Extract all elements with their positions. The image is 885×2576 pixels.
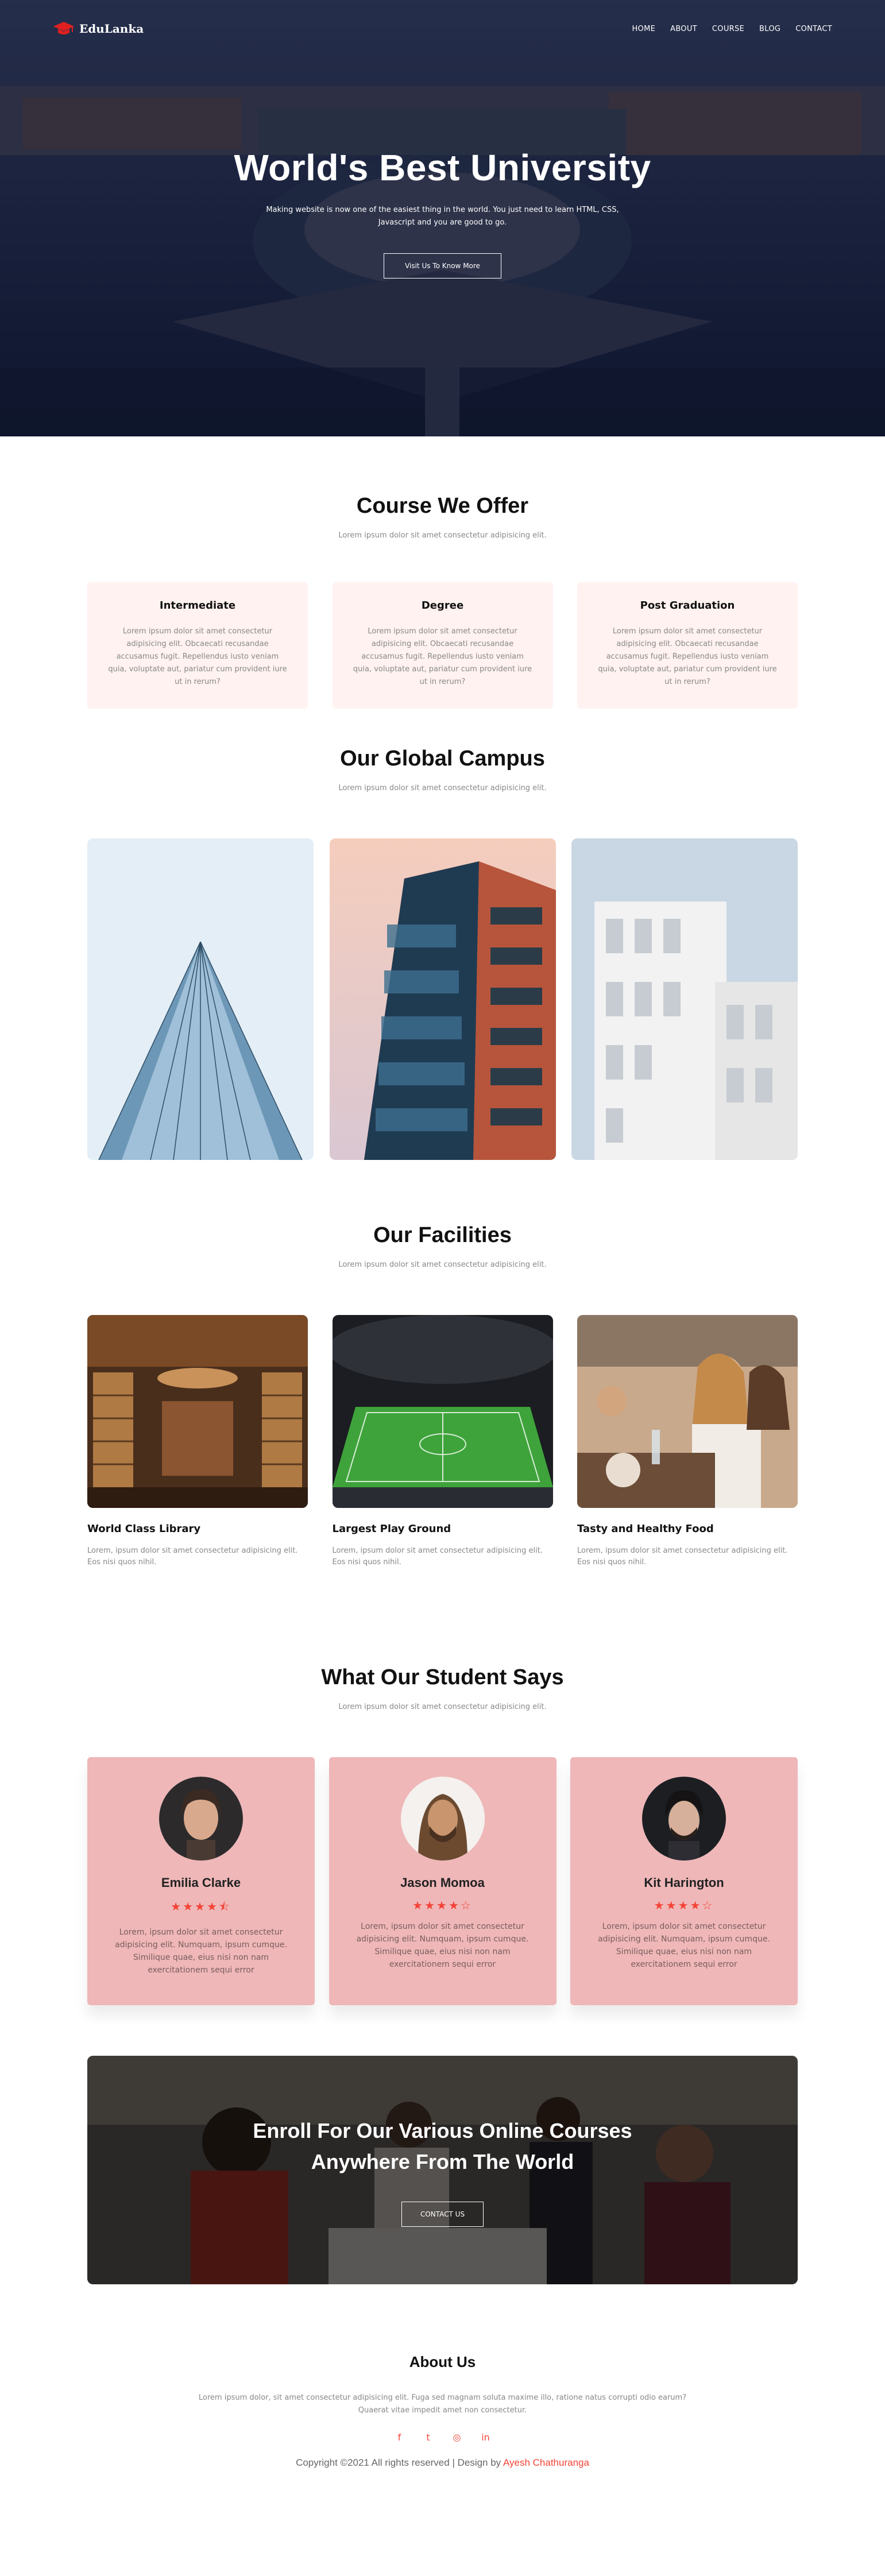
campus-image-white-building — [571, 838, 798, 1160]
facility-description: Lorem, ipsum dolor sit amet consectetur … — [87, 1546, 298, 1567]
nav-links: HOME ABOUT COURSE BLOG CONTACT — [632, 25, 832, 33]
facility-card-food: Tasty and Healthy Food Lorem, ipsum dolo… — [577, 1315, 798, 1568]
facility-card-playground: Largest Play Ground Lorem, ipsum dolor s… — [332, 1315, 553, 1568]
facility-name: Tasty and Healthy Food — [577, 1523, 714, 1535]
course-card-degree: Degree Lorem ipsum dolor sit amet consec… — [332, 582, 553, 709]
campus-subtitle: Lorem ipsum dolor sit amet consectetur a… — [338, 784, 547, 792]
visit-us-button[interactable]: Visit Us To Know More — [384, 253, 501, 279]
author-link[interactable]: Ayesh Chathuranga — [503, 2457, 589, 2468]
student-name: Jason Momoa — [400, 1875, 485, 1890]
logo[interactable]: EduLanka — [53, 21, 144, 37]
facilities-section: Our Facilities Lorem ipsum dolor sit ame… — [0, 1223, 885, 1665]
about-title: About Us — [409, 2353, 476, 2370]
nav-course-link[interactable]: COURSE — [712, 25, 744, 33]
avatar — [400, 1777, 485, 1861]
playground-image — [332, 1315, 553, 1508]
nav-blog-link[interactable]: BLOG — [759, 25, 780, 33]
about-text: Lorem ipsum dolor, sit amet consectetur … — [198, 2393, 687, 2415]
linkedin-icon[interactable]: in — [481, 2432, 491, 2443]
testimonial-card-emilia: Emilia Clarke ★★★★⯪ Lorem, ipsum dolor s… — [87, 1757, 315, 2005]
cta-title: Enroll For Our Various Online Courses An… — [253, 2119, 632, 2173]
facilities-list: World Class Library Lorem, ipsum dolor s… — [87, 1315, 798, 1568]
hero-section: EduLanka HOME ABOUT COURSE BLOG CONTACT … — [0, 0, 885, 436]
copyright: Copyright ©2021 All rights reserved | De… — [0, 2457, 885, 2469]
course-name: Post Graduation — [640, 599, 735, 612]
testimonial-list: Emilia Clarke ★★★★⯪ Lorem, ipsum dolor s… — [87, 1757, 798, 2005]
social-links: f t ◎ in — [0, 2432, 885, 2443]
copyright-text: Copyright ©2021 All rights reserved | De… — [296, 2457, 503, 2468]
facility-description: Lorem, ipsum dolor sit amet consectetur … — [332, 1546, 543, 1567]
graduation-cap-icon — [53, 22, 74, 34]
course-description: Lorem ipsum dolor sit amet consectetur a… — [598, 627, 777, 686]
courses-subtitle: Lorem ipsum dolor sit amet consectetur a… — [338, 531, 547, 540]
facebook-icon[interactable]: f — [395, 2432, 405, 2443]
campus-image-glass-pyramid — [87, 838, 314, 1160]
courses-section: Course We Offer Lorem ipsum dolor sit am… — [0, 436, 885, 735]
contact-us-button[interactable]: CONTACT US — [401, 2202, 484, 2227]
course-name: Intermediate — [159, 599, 236, 612]
food-image — [577, 1315, 798, 1508]
campus-title: Our Global Campus — [340, 747, 545, 771]
hero-subtitle: Making website is now one of the easiest… — [266, 206, 619, 227]
star-rating: ★★★★☆ — [654, 1898, 714, 1912]
course-description: Lorem ipsum dolor sit amet consectetur a… — [108, 627, 287, 686]
testimonials-title: What Our Student Says — [321, 1665, 564, 1689]
testimonial-text: Lorem, ipsum dolor sit amet consectetur … — [598, 1922, 770, 1969]
facilities-title: Our Facilities — [373, 1223, 512, 1247]
twitter-icon[interactable]: t — [423, 2432, 434, 2443]
student-name: Kit Harington — [644, 1875, 724, 1890]
nav-contact-link[interactable]: CONTACT — [795, 25, 832, 33]
library-image — [87, 1315, 308, 1508]
cta-section: Enroll For Our Various Online Courses An… — [0, 2056, 885, 2297]
course-card-post-graduation: Post Graduation Lorem ipsum dolor sit am… — [577, 582, 798, 709]
campus-section: Our Global Campus Lorem ipsum dolor sit … — [0, 735, 885, 1223]
avatar — [642, 1777, 726, 1861]
campus-image-brick-tower — [329, 838, 556, 1160]
hero-content: World's Best University Making website i… — [0, 146, 885, 279]
testimonial-card-jason: Jason Momoa ★★★★☆ Lorem, ipsum dolor sit… — [329, 1757, 556, 2005]
testimonial-text: Lorem, ipsum dolor sit amet consectetur … — [356, 1922, 529, 1969]
facility-name: World Class Library — [87, 1523, 201, 1535]
star-rating: ★★★★☆ — [412, 1898, 473, 1912]
course-name: Degree — [421, 599, 464, 612]
instagram-icon[interactable]: ◎ — [452, 2432, 462, 2443]
course-card-intermediate: Intermediate Lorem ipsum dolor sit amet … — [87, 582, 308, 709]
nav-about-link[interactable]: ABOUT — [670, 25, 697, 33]
star-rating: ★★★★⯪ — [171, 1900, 231, 1913]
facility-name: Largest Play Ground — [332, 1523, 451, 1535]
brand-name: EduLanka — [79, 22, 144, 36]
facilities-subtitle: Lorem ipsum dolor sit amet consectetur a… — [338, 1260, 547, 1269]
course-list: Intermediate Lorem ipsum dolor sit amet … — [87, 582, 798, 709]
course-description: Lorem ipsum dolor sit amet consectetur a… — [353, 627, 532, 686]
testimonial-text: Lorem, ipsum dolor sit amet consectetur … — [115, 1928, 287, 1975]
avatar — [159, 1777, 243, 1861]
about-footer: About Us Lorem ipsum dolor, sit amet con… — [0, 2297, 885, 2575]
campus-gallery — [87, 838, 798, 1160]
facility-description: Lorem, ipsum dolor sit amet consectetur … — [577, 1546, 788, 1567]
hero-title: World's Best University — [234, 147, 651, 188]
cta-banner: Enroll For Our Various Online Courses An… — [87, 2056, 798, 2284]
testimonials-section: What Our Student Says Lorem ipsum dolor … — [0, 1665, 885, 2056]
nav-home-link[interactable]: HOME — [632, 25, 655, 33]
navbar: EduLanka HOME ABOUT COURSE BLOG CONTACT — [53, 16, 832, 41]
facility-card-library: World Class Library Lorem, ipsum dolor s… — [87, 1315, 308, 1568]
testimonial-card-kit: Kit Harington ★★★★☆ Lorem, ipsum dolor s… — [570, 1757, 798, 2005]
student-name: Emilia Clarke — [161, 1875, 241, 1890]
courses-title: Course We Offer — [356, 494, 529, 518]
testimonials-subtitle: Lorem ipsum dolor sit amet consectetur a… — [338, 1703, 547, 1711]
cta-content: Enroll For Our Various Online Courses An… — [87, 2115, 798, 2227]
